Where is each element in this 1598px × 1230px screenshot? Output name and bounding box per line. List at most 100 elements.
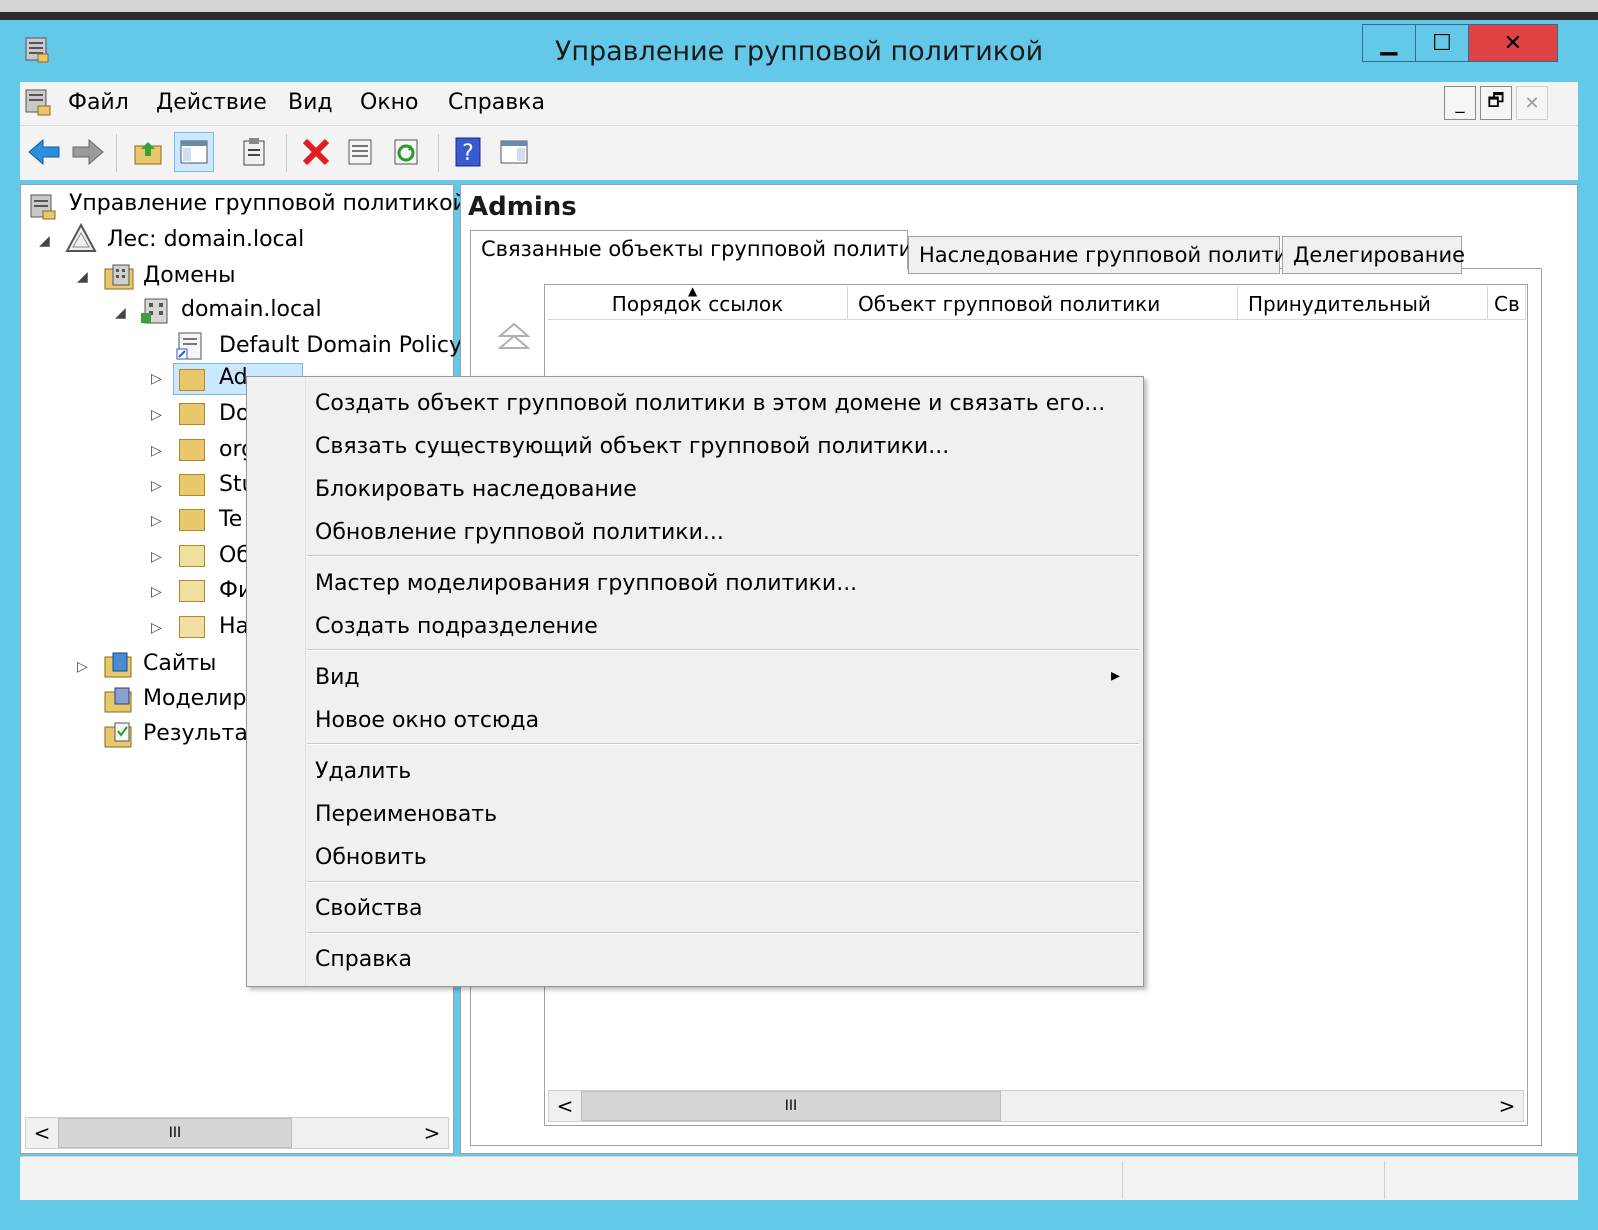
expand-arrow-icon[interactable]: ▷ (151, 549, 162, 565)
show-hide-console-tree-button[interactable] (174, 132, 214, 172)
menu-action[interactable]: Действие (156, 90, 267, 115)
tree-default-domain-policy[interactable]: Default Domain Policy (219, 333, 462, 358)
back-button[interactable] (24, 132, 64, 172)
collapse-arrow-icon[interactable]: ◢ (115, 305, 126, 321)
column-header-link-enabled[interactable]: Св (1488, 286, 1526, 320)
filter-folder-icon (179, 580, 205, 602)
console-tree-icon (180, 140, 208, 164)
ctx-properties[interactable]: Свойства (315, 896, 422, 921)
delete-x-icon (302, 138, 330, 166)
up-folder-button[interactable] (128, 132, 168, 172)
scroll-left-arrow-icon[interactable]: < (549, 1091, 581, 1121)
properties-button[interactable] (340, 132, 380, 172)
status-divider (1384, 1161, 1385, 1199)
ctx-link-existing-gpo[interactable]: Связать существующий объект групповой по… (315, 434, 949, 459)
ctx-help[interactable]: Справка (315, 947, 412, 972)
menu-bar: Файл Действие Вид Окно Справка _ 🗗 ✕ (20, 82, 1578, 126)
ou-label: Te (219, 507, 243, 532)
column-header-enforced[interactable]: Принудительный (1238, 286, 1488, 320)
expand-arrow-icon[interactable]: ▷ (151, 478, 162, 494)
close-button[interactable]: ✕ (1468, 24, 1558, 62)
tree-modeling[interactable]: Моделир (143, 686, 247, 711)
tab-linked-gpos[interactable]: Связанные объекты групповой политики (470, 230, 939, 270)
ctx-create-link-gpo[interactable]: Создать объект групповой политики в этом… (315, 391, 1105, 416)
expand-arrow-icon[interactable]: ▷ (77, 659, 88, 675)
minimize-button[interactable]: ▁ (1362, 24, 1416, 62)
expand-arrow-icon[interactable]: ▷ (151, 371, 162, 387)
mdi-minimize-button[interactable]: _ (1444, 86, 1476, 120)
ctx-delete[interactable]: Удалить (315, 759, 411, 784)
expand-arrow-icon[interactable]: ▷ (151, 513, 162, 529)
help-button[interactable]: ? (448, 132, 488, 172)
tree-horizontal-scrollbar[interactable]: < III > (25, 1117, 449, 1149)
tree-forest[interactable]: Лес: domain.local (107, 227, 304, 252)
scroll-right-arrow-icon[interactable]: > (416, 1118, 448, 1148)
ou-heading: Admins (468, 192, 577, 222)
tree-domains[interactable]: Домены (143, 263, 236, 288)
tree-domain[interactable]: domain.local (181, 297, 322, 322)
delete-button[interactable] (296, 132, 336, 172)
scroll-right-arrow-icon[interactable]: > (1491, 1091, 1523, 1121)
column-header-gpo[interactable]: Объект групповой политики (848, 286, 1238, 320)
ou-label: Do (219, 401, 250, 426)
domain-icon (139, 295, 171, 329)
scrollbar-grip: III (168, 1125, 182, 1141)
ctx-refresh[interactable]: Обновить (315, 845, 427, 870)
context-menu-gutter (247, 377, 306, 986)
column-header-link-order[interactable]: Порядок ссылок (548, 286, 848, 320)
maximize-button[interactable]: ☐ (1415, 24, 1469, 62)
mdi-minimize-icon: _ (1455, 92, 1465, 114)
gpo-link-icon (175, 331, 205, 365)
starter-folder-icon (179, 616, 205, 638)
tab-gp-inheritance[interactable]: Наследование групповой политики (908, 236, 1314, 274)
action-pane-button[interactable] (494, 132, 534, 172)
ou-folder-icon (179, 369, 205, 391)
ctx-view[interactable]: Вид (315, 665, 360, 690)
expand-arrow-icon[interactable]: ▷ (151, 443, 162, 459)
move-to-top-icon[interactable] (497, 320, 531, 354)
context-menu: Создать объект групповой политики в этом… (246, 376, 1144, 987)
menu-window[interactable]: Окно (360, 90, 418, 115)
scrollbar-thumb[interactable]: III (581, 1091, 1001, 1121)
menu-file[interactable]: Файл (68, 90, 129, 115)
paste-button[interactable] (234, 132, 274, 172)
ou-label: Ad (219, 365, 248, 390)
ou-folder-icon (179, 509, 205, 531)
ctx-new-window-from-here[interactable]: Новое окно отсюда (315, 708, 539, 733)
minimize-icon: ▁ (1380, 30, 1398, 56)
ctx-block-inheritance[interactable]: Блокировать наследование (315, 477, 637, 502)
ou-label: На (219, 614, 250, 639)
mdi-restore-button[interactable]: 🗗 (1480, 86, 1512, 120)
ctx-modeling-wizard[interactable]: Мастер моделирования групповой политики.… (315, 571, 857, 596)
status-divider (1122, 1161, 1123, 1199)
ou-folder-icon (179, 403, 205, 425)
mdi-restore-icon: 🗗 (1487, 90, 1505, 111)
tree-sites[interactable]: Сайты (143, 651, 216, 676)
ctx-gp-update[interactable]: Обновление групповой политики... (315, 520, 724, 545)
menu-view[interactable]: Вид (288, 90, 333, 115)
collapse-arrow-icon[interactable]: ◢ (77, 269, 88, 285)
mdi-close-icon: ✕ (1524, 92, 1540, 114)
gpm-icon (29, 193, 57, 221)
expand-arrow-icon[interactable]: ▷ (151, 584, 162, 600)
menu-help[interactable]: Справка (448, 90, 545, 115)
tab-delegation[interactable]: Делегирование (1282, 236, 1465, 274)
forward-button[interactable] (68, 132, 108, 172)
scrollbar-thumb[interactable]: III (58, 1118, 292, 1148)
menu-separator (307, 743, 1139, 745)
mdi-close-button[interactable]: ✕ (1516, 86, 1548, 120)
results-icon (103, 719, 133, 753)
mdi-app-icon[interactable] (24, 88, 52, 118)
refresh-button[interactable] (386, 132, 426, 172)
action-pane-icon (500, 140, 528, 164)
refresh-icon (394, 139, 418, 165)
list-horizontal-scrollbar[interactable]: < III > (548, 1090, 1524, 1122)
forward-arrow-icon (72, 138, 104, 166)
collapse-arrow-icon[interactable]: ◢ (39, 233, 50, 249)
scroll-left-arrow-icon[interactable]: < (26, 1118, 58, 1148)
expand-arrow-icon[interactable]: ▷ (151, 407, 162, 423)
expand-arrow-icon[interactable]: ▷ (151, 620, 162, 636)
tree-results[interactable]: Результат (143, 721, 261, 746)
ctx-rename[interactable]: Переименовать (315, 802, 497, 827)
ctx-new-ou[interactable]: Создать подразделение (315, 614, 598, 639)
